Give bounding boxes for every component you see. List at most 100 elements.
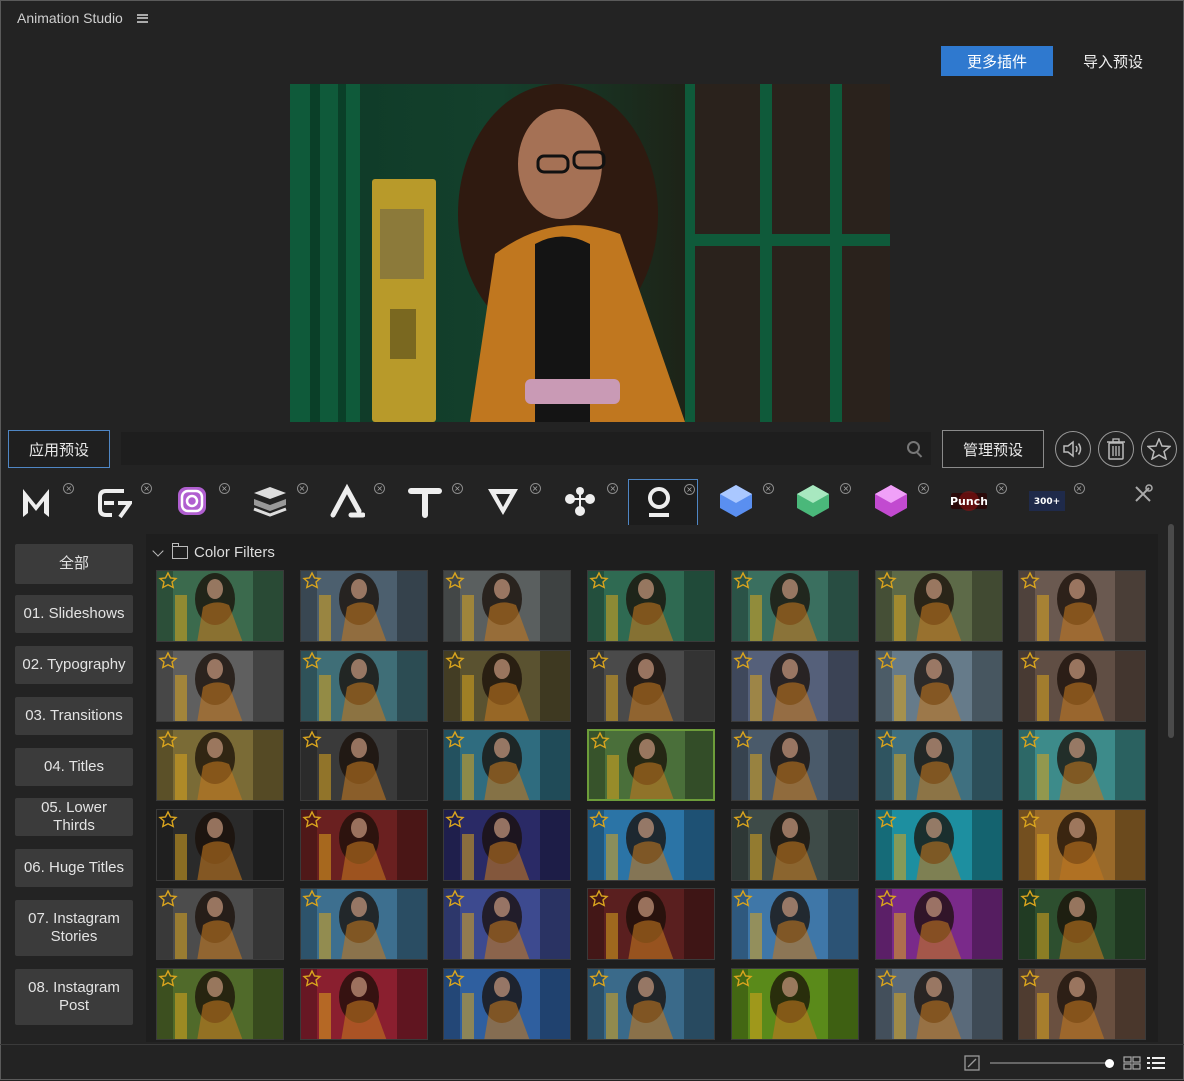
filter-preset-thumbnail[interactable]: [443, 808, 572, 881]
search-icon[interactable]: [907, 441, 920, 454]
remove-plugin-icon[interactable]: ×: [218, 483, 230, 494]
filter-preset-thumbnail[interactable]: [299, 967, 428, 1040]
filter-preset-thumbnail[interactable]: [874, 967, 1003, 1040]
delete-button[interactable]: [1098, 431, 1134, 467]
filter-preset-thumbnail[interactable]: [156, 967, 284, 1040]
filter-preset-thumbnail[interactable]: [156, 649, 284, 722]
plugin-tab-10[interactable]: ×: [706, 479, 776, 525]
filter-preset-thumbnail[interactable]: [299, 888, 428, 960]
thumbnail-size-slider[interactable]: [990, 1058, 1114, 1068]
filter-preset-thumbnail[interactable]: [874, 649, 1003, 722]
remove-plugin-icon[interactable]: ×: [63, 483, 75, 494]
plugin-tab-9[interactable]: ×: [628, 479, 698, 525]
category-7[interactable]: 06. Huge Titles: [15, 849, 133, 887]
filter-preset-thumbnail[interactable]: [587, 729, 716, 801]
plugin-tab-5[interactable]: ×: [317, 479, 387, 525]
filter-preset-thumbnail[interactable]: [730, 888, 859, 960]
sound-button[interactable]: [1055, 431, 1091, 467]
chevron-down-icon[interactable]: [152, 544, 164, 557]
import-presets-button[interactable]: 导入预设: [1070, 46, 1156, 76]
category-6[interactable]: 05. Lower Thirds: [15, 798, 133, 836]
filter-preset-thumbnail[interactable]: [299, 649, 428, 722]
remove-plugin-icon[interactable]: ×: [995, 483, 1007, 494]
remove-plugin-icon[interactable]: ×: [451, 483, 463, 494]
filter-preset-thumbnail[interactable]: [1018, 729, 1147, 801]
filter-preset-thumbnail[interactable]: [1018, 967, 1147, 1040]
remove-plugin-icon[interactable]: ×: [607, 483, 619, 494]
filter-preset-thumbnail[interactable]: [299, 570, 428, 642]
grid-scrollbar[interactable]: [1168, 524, 1174, 738]
filter-preset-thumbnail[interactable]: [443, 729, 572, 801]
favorite-button[interactable]: [1141, 431, 1177, 467]
filter-preset-thumbnail[interactable]: [874, 729, 1003, 801]
plugin-tab-1[interactable]: ×: [6, 479, 76, 525]
plugin-tab-4[interactable]: ×: [240, 479, 310, 525]
filter-preset-thumbnail[interactable]: [443, 649, 572, 722]
list-view-icon[interactable]: [1146, 1055, 1166, 1071]
remove-plugin-icon[interactable]: ×: [684, 484, 695, 495]
category-2[interactable]: 01. Slideshows: [15, 595, 133, 633]
filter-preset-thumbnail[interactable]: [874, 888, 1003, 960]
plugin-tab-11[interactable]: ×: [783, 479, 853, 525]
nodes-plugin-icon: [565, 487, 596, 516]
tools-icon[interactable]: [1132, 483, 1154, 505]
category-1[interactable]: 全部: [15, 544, 133, 584]
category-8[interactable]: 07. Instagram Stories: [15, 900, 133, 956]
plugin-tab-7[interactable]: ×: [473, 479, 543, 525]
remove-plugin-icon[interactable]: ×: [1073, 483, 1085, 494]
filter-preset-thumbnail[interactable]: [730, 808, 859, 881]
remove-plugin-icon[interactable]: ×: [529, 483, 541, 494]
slider-knob[interactable]: [1104, 1058, 1114, 1068]
remove-plugin-icon[interactable]: ×: [296, 483, 308, 494]
filter-preset-thumbnail[interactable]: [299, 729, 428, 801]
filter-preset-thumbnail[interactable]: [156, 888, 284, 960]
filter-preset-thumbnail[interactable]: [587, 570, 716, 642]
remove-plugin-icon[interactable]: ×: [918, 483, 930, 494]
filter-preset-thumbnail[interactable]: [730, 649, 859, 722]
filter-preset-thumbnail[interactable]: [443, 967, 572, 1040]
filter-preset-thumbnail[interactable]: [587, 967, 716, 1040]
plugin-tab-8[interactable]: ×: [550, 479, 620, 525]
filter-preset-thumbnail[interactable]: [1018, 808, 1147, 881]
filter-preset-thumbnail[interactable]: [730, 729, 859, 801]
remove-plugin-icon[interactable]: ×: [762, 483, 774, 494]
category-4[interactable]: 03. Transitions: [15, 697, 133, 735]
plugin-tab-14[interactable]: 300+ ×: [1017, 479, 1087, 525]
plugin-tab-13[interactable]: Punch ×: [939, 479, 1009, 525]
category-3[interactable]: 02. Typography: [15, 646, 133, 684]
apply-preset-button[interactable]: 应用预设: [8, 430, 110, 468]
hamburger-menu-icon[interactable]: [136, 13, 148, 23]
remove-plugin-icon[interactable]: ×: [141, 483, 153, 494]
filter-preset-thumbnail[interactable]: [1018, 570, 1147, 642]
filter-preset-thumbnail[interactable]: [874, 570, 1003, 642]
filter-preset-thumbnail[interactable]: [587, 649, 716, 722]
more-plugins-button[interactable]: 更多插件: [941, 46, 1053, 76]
filter-preset-thumbnail[interactable]: [730, 570, 859, 642]
plugin-tab-3[interactable]: ×: [162, 479, 232, 525]
filter-preset-thumbnail[interactable]: [443, 888, 572, 960]
plugin-tab-2[interactable]: ×: [84, 479, 154, 525]
filter-preset-thumbnail[interactable]: [443, 570, 572, 642]
fit-view-icon[interactable]: [964, 1055, 980, 1071]
filter-preset-thumbnail[interactable]: [299, 808, 428, 881]
manage-presets-button[interactable]: 管理预设: [942, 430, 1044, 468]
search-input[interactable]: [121, 432, 931, 465]
filter-preset-thumbnail[interactable]: [587, 808, 716, 881]
filter-preset-thumbnail[interactable]: [587, 888, 716, 960]
filter-preset-thumbnail[interactable]: [1018, 649, 1147, 722]
remove-plugin-icon[interactable]: ×: [374, 483, 386, 494]
plugin-tab-6[interactable]: ×: [395, 479, 465, 525]
filter-preset-thumbnail[interactable]: [874, 808, 1003, 881]
filter-preset-thumbnail[interactable]: [156, 729, 284, 801]
remove-plugin-icon[interactable]: ×: [840, 483, 852, 494]
category-5[interactable]: 04. Titles: [15, 748, 133, 786]
folder-header[interactable]: Color Filters: [152, 543, 275, 561]
filter-preset-thumbnail[interactable]: [156, 808, 284, 881]
filter-preset-thumbnail[interactable]: [156, 570, 284, 642]
filter-preset-thumbnail[interactable]: [1018, 888, 1147, 960]
speaker-icon: [1063, 440, 1082, 458]
category-9[interactable]: 08. Instagram Post: [15, 969, 133, 1025]
grid-view-icon[interactable]: [1123, 1056, 1141, 1070]
plugin-tab-12[interactable]: ×: [861, 479, 931, 525]
filter-preset-thumbnail[interactable]: [730, 967, 859, 1040]
